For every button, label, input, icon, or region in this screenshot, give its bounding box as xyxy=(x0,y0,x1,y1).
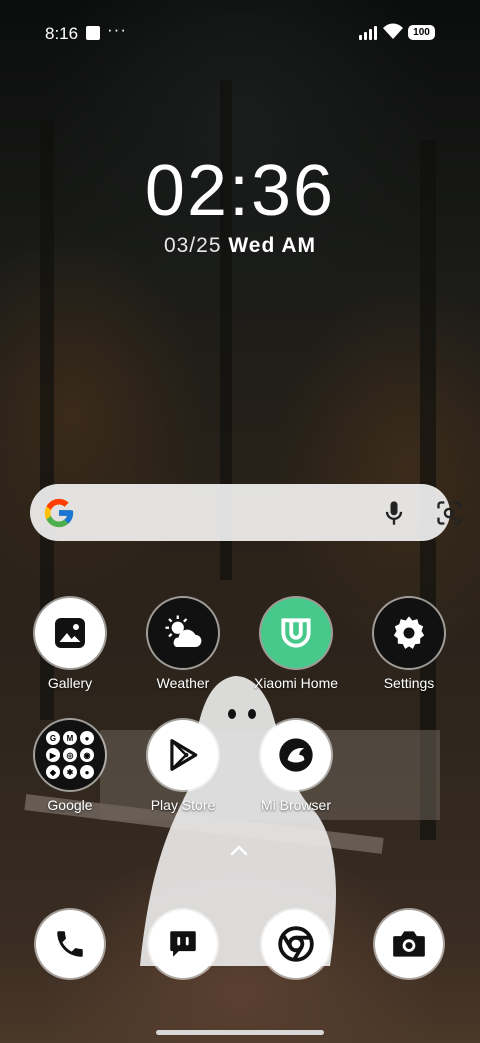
folder-app-duo-icon: ● xyxy=(80,765,94,779)
folder-app-gmail-icon: M xyxy=(63,731,77,745)
messages-icon xyxy=(149,910,217,978)
play-store-label: Play Store xyxy=(150,797,216,813)
dock-messages[interactable] xyxy=(128,910,238,978)
google-lens-icon[interactable] xyxy=(435,499,463,527)
app-folder-google[interactable]: G M ● ▶ ◎ ◉ ◆ ✱ ● Google xyxy=(15,720,125,813)
clock-time[interactable]: 02:36 xyxy=(0,150,480,232)
app-settings[interactable]: Settings xyxy=(354,598,464,691)
mi-browser-icon xyxy=(261,720,331,790)
wifi-icon xyxy=(383,23,403,39)
settings-gear-icon xyxy=(374,598,444,668)
status-bar: 8:16 ··· 100 xyxy=(0,0,480,64)
google-folder-icon: G M ● ▶ ◎ ◉ ◆ ✱ ● xyxy=(35,720,105,790)
play-store-icon xyxy=(148,720,218,790)
status-time: 8:16 xyxy=(45,24,79,43)
camera-icon xyxy=(375,910,443,978)
dock-chrome[interactable] xyxy=(241,910,351,978)
microphone-icon[interactable] xyxy=(380,499,408,527)
app-mi-browser[interactable]: Mi Browser xyxy=(241,720,351,813)
date-text: 03/25 xyxy=(163,234,222,257)
google-g-icon xyxy=(44,498,74,528)
folder-app-youtube-icon: ▶ xyxy=(46,748,60,762)
app-weather[interactable]: Weather xyxy=(128,598,238,691)
folder-app-assistant-icon: ✱ xyxy=(63,765,77,779)
mi-browser-label: Mi Browser xyxy=(260,797,331,813)
weekday-text: Wed AM xyxy=(228,234,317,257)
gallery-label: Gallery xyxy=(47,675,93,691)
folder-app-maps-icon: ● xyxy=(80,731,94,745)
folder-app-drive-icon: ◎ xyxy=(63,748,77,762)
phone-icon xyxy=(36,910,104,978)
app-drawer-chevron-icon[interactable] xyxy=(228,842,250,858)
app-gallery[interactable]: Gallery xyxy=(15,598,125,691)
weather-label: Weather xyxy=(156,675,210,691)
clock-date[interactable]: 03/25 Wed AM xyxy=(0,234,480,258)
gallery-icon xyxy=(35,598,105,668)
dock-phone[interactable] xyxy=(15,910,125,978)
folder-app-photos-icon: ◆ xyxy=(46,765,60,779)
app-play-store[interactable]: Play Store xyxy=(128,720,238,813)
settings-label: Settings xyxy=(383,675,435,691)
dock-camera[interactable] xyxy=(354,910,464,978)
google-folder-label: Google xyxy=(47,797,93,813)
folder-app-google-icon: G xyxy=(46,731,60,745)
xiaomi-home-icon xyxy=(261,598,331,668)
battery-icon: 100 xyxy=(408,25,435,40)
notification-icon xyxy=(86,26,100,40)
xiaomi-home-label: Xiaomi Home xyxy=(253,675,339,691)
more-notifications-icon: ··· xyxy=(107,20,127,39)
home-gesture-bar[interactable] xyxy=(156,1030,324,1035)
app-xiaomi-home[interactable]: Xiaomi Home xyxy=(241,598,351,691)
folder-app-meet-icon: ◉ xyxy=(80,748,94,762)
chrome-icon xyxy=(262,910,330,978)
google-search-bar[interactable] xyxy=(30,484,461,541)
weather-icon xyxy=(148,598,218,668)
signal-icon xyxy=(359,26,379,40)
